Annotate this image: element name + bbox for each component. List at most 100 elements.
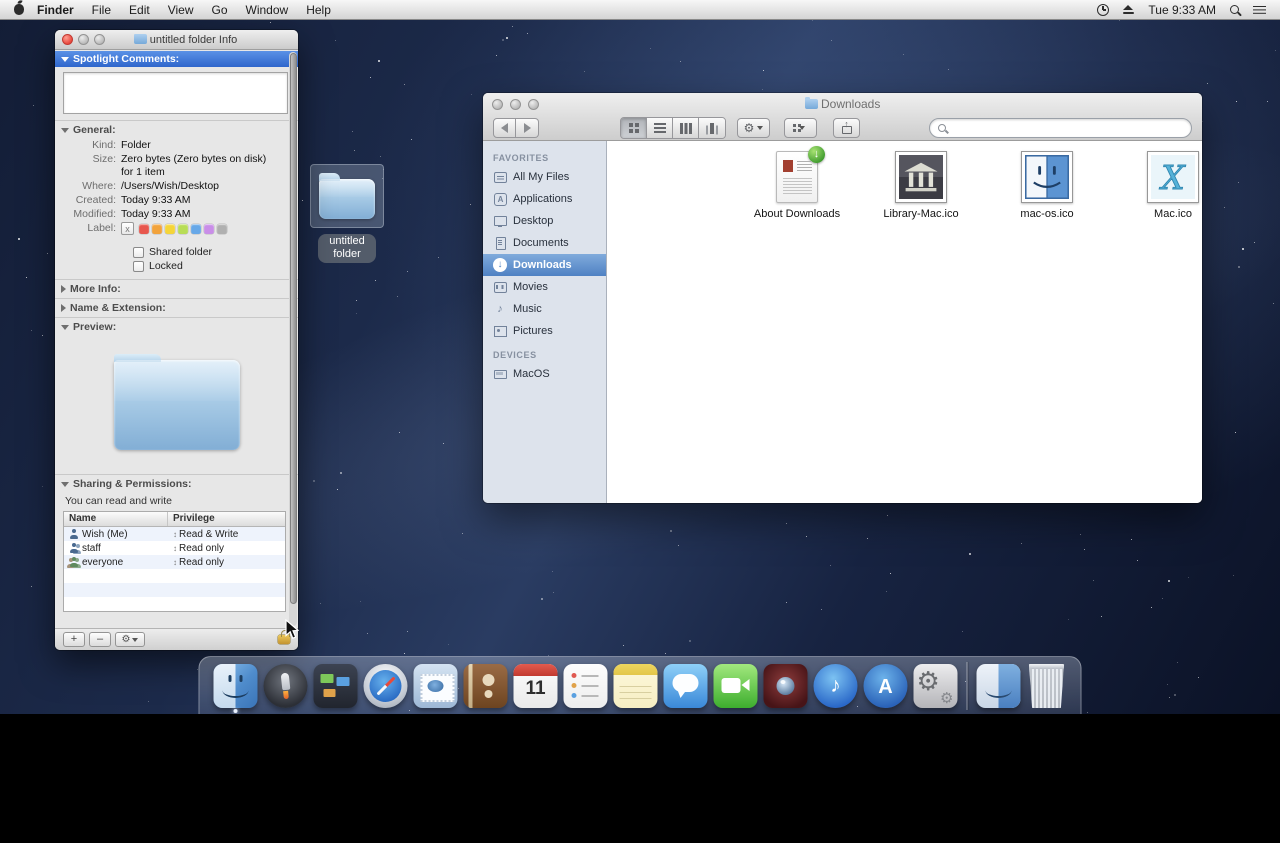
- file-mac-os-ico[interactable]: mac-os.ico: [987, 151, 1107, 220]
- dock-icon-reminders[interactable]: [564, 664, 608, 708]
- label-color-red[interactable]: [139, 224, 149, 234]
- menu-help[interactable]: Help: [297, 0, 340, 20]
- forward-button[interactable]: [516, 118, 539, 138]
- label-color-gray[interactable]: [217, 224, 227, 234]
- section-header-spotlight-comments[interactable]: Spotlight Comments:: [55, 51, 298, 67]
- dock-icon-finder-alt[interactable]: [977, 664, 1021, 708]
- sidebar-item-pictures[interactable]: Pictures: [483, 320, 606, 342]
- folder-icon[interactable]: [319, 179, 375, 219]
- file-mac-ico[interactable]: X Mac.ico: [1113, 151, 1233, 220]
- dock-icon-app-store[interactable]: [864, 664, 908, 708]
- label-none-button[interactable]: x: [121, 222, 134, 235]
- scrollbar-thumb[interactable]: [290, 53, 297, 604]
- menu-clock[interactable]: Tue 9:33 AM: [1148, 3, 1216, 17]
- sidebar-item-desktop[interactable]: Desktop: [483, 210, 606, 232]
- menu-window[interactable]: Window: [237, 0, 298, 20]
- action-menu-button[interactable]: [737, 118, 770, 138]
- column-view-button[interactable]: [673, 118, 699, 138]
- privilege-dropdown-icon[interactable]: [173, 543, 177, 554]
- menu-file[interactable]: File: [83, 0, 120, 20]
- section-header-preview[interactable]: Preview:: [55, 317, 298, 336]
- label-color-green[interactable]: [178, 224, 188, 234]
- desktop-folder-untitled[interactable]: untitled folder: [310, 164, 384, 263]
- file-label[interactable]: Mac.ico: [1113, 208, 1233, 220]
- shared-folder-checkbox[interactable]: [133, 247, 144, 258]
- label-color-orange[interactable]: [152, 224, 162, 234]
- remove-permission-button[interactable]: –: [89, 632, 111, 647]
- locked-checkbox[interactable]: [133, 261, 144, 272]
- menu-go[interactable]: Go: [203, 0, 237, 20]
- spotlight-comments-field[interactable]: [63, 72, 288, 114]
- section-header-more-info[interactable]: More Info:: [55, 279, 298, 298]
- file-label[interactable]: About Downloads: [737, 208, 857, 220]
- eject-icon[interactable]: [1123, 5, 1134, 15]
- search-field[interactable]: [929, 118, 1192, 138]
- permission-privilege[interactable]: Read only: [179, 543, 224, 554]
- app-menu-finder[interactable]: Finder: [28, 3, 83, 17]
- icon-view-button[interactable]: [621, 118, 647, 138]
- sidebar-item-documents[interactable]: Documents: [483, 232, 606, 254]
- spotlight-search-icon[interactable]: [1230, 5, 1239, 14]
- sidebar-item-music[interactable]: Music: [483, 298, 606, 320]
- label-color-purple[interactable]: [204, 224, 214, 234]
- back-button[interactable]: [493, 118, 516, 138]
- add-permission-button[interactable]: +: [63, 632, 85, 647]
- privilege-dropdown-icon[interactable]: [173, 557, 177, 568]
- dock-icon-messages[interactable]: [664, 664, 708, 708]
- dock-icon-calendar[interactable]: 11: [514, 664, 558, 708]
- info-row-kind: Kind: Folder: [63, 139, 288, 152]
- dock-icon-launchpad[interactable]: [264, 664, 308, 708]
- permission-privilege[interactable]: Read & Write: [179, 529, 238, 540]
- coverflow-view-button[interactable]: [699, 118, 725, 138]
- finder-titlebar[interactable]: Downloads: [483, 93, 1202, 141]
- sidebar-item-applications[interactable]: Applications: [483, 188, 606, 210]
- menu-view[interactable]: View: [159, 0, 203, 20]
- permission-row[interactable]: staff Read only: [64, 541, 285, 555]
- selection-backdrop: [310, 164, 384, 228]
- permission-privilege[interactable]: Read only: [179, 557, 224, 568]
- apple-menu-icon[interactable]: [14, 4, 24, 15]
- label-color-yellow[interactable]: [165, 224, 175, 234]
- file-label[interactable]: Library-Mac.ico: [861, 208, 981, 220]
- file-label[interactable]: mac-os.ico: [987, 208, 1107, 220]
- list-view-button[interactable]: [647, 118, 673, 138]
- search-input[interactable]: [951, 122, 1183, 134]
- close-button[interactable]: [62, 34, 73, 45]
- dock-icon-trash[interactable]: [1027, 664, 1067, 708]
- file-about-downloads[interactable]: About Downloads: [737, 151, 857, 220]
- dock-icon-system-preferences[interactable]: [914, 664, 958, 708]
- privilege-dropdown-icon[interactable]: [173, 529, 177, 540]
- dock-icon-finder[interactable]: [214, 664, 258, 708]
- dock-icon-mission-control[interactable]: [314, 664, 358, 708]
- sidebar-item-movies[interactable]: Movies: [483, 276, 606, 298]
- sidebar-item-macos[interactable]: MacOS: [483, 363, 606, 385]
- time-machine-icon[interactable]: [1097, 4, 1109, 16]
- shared-folder-row[interactable]: Shared folder: [133, 246, 298, 258]
- label-color-blue[interactable]: [191, 224, 201, 234]
- section-header-name-extension[interactable]: Name & Extension:: [55, 298, 298, 317]
- permissions-action-button[interactable]: [115, 632, 145, 647]
- desktop-folder-label[interactable]: untitled folder: [318, 234, 376, 263]
- permission-row[interactable]: everyone Read only: [64, 555, 285, 569]
- section-header-general[interactable]: General:: [55, 120, 298, 139]
- dock-icon-notes[interactable]: [614, 664, 658, 708]
- locked-row[interactable]: Locked: [133, 260, 298, 272]
- dock-icon-contacts[interactable]: [464, 664, 508, 708]
- info-window-titlebar[interactable]: untitled folder Info: [55, 30, 298, 50]
- scrollbar[interactable]: [289, 52, 297, 626]
- sidebar-item-all-my-files[interactable]: All My Files: [483, 166, 606, 188]
- finder-content-area[interactable]: About Downloads Library-Mac.ico: [607, 141, 1202, 503]
- dock-icon-facetime[interactable]: [714, 664, 758, 708]
- section-header-sharing-permissions[interactable]: Sharing & Permissions:: [55, 474, 298, 493]
- dock-icon-mail[interactable]: [414, 664, 458, 708]
- dock-icon-itunes[interactable]: [814, 664, 858, 708]
- share-button[interactable]: [833, 118, 860, 138]
- dock-icon-safari[interactable]: [364, 664, 408, 708]
- dock-icon-photo-booth[interactable]: [764, 664, 808, 708]
- menu-edit[interactable]: Edit: [120, 0, 159, 20]
- notification-center-icon[interactable]: [1253, 5, 1266, 15]
- permission-row[interactable]: Wish (Me) Read & Write: [64, 527, 285, 541]
- arrange-menu-button[interactable]: [784, 118, 817, 138]
- sidebar-item-downloads-selected[interactable]: Downloads: [483, 254, 606, 276]
- file-library-mac-ico[interactable]: Library-Mac.ico: [861, 151, 981, 220]
